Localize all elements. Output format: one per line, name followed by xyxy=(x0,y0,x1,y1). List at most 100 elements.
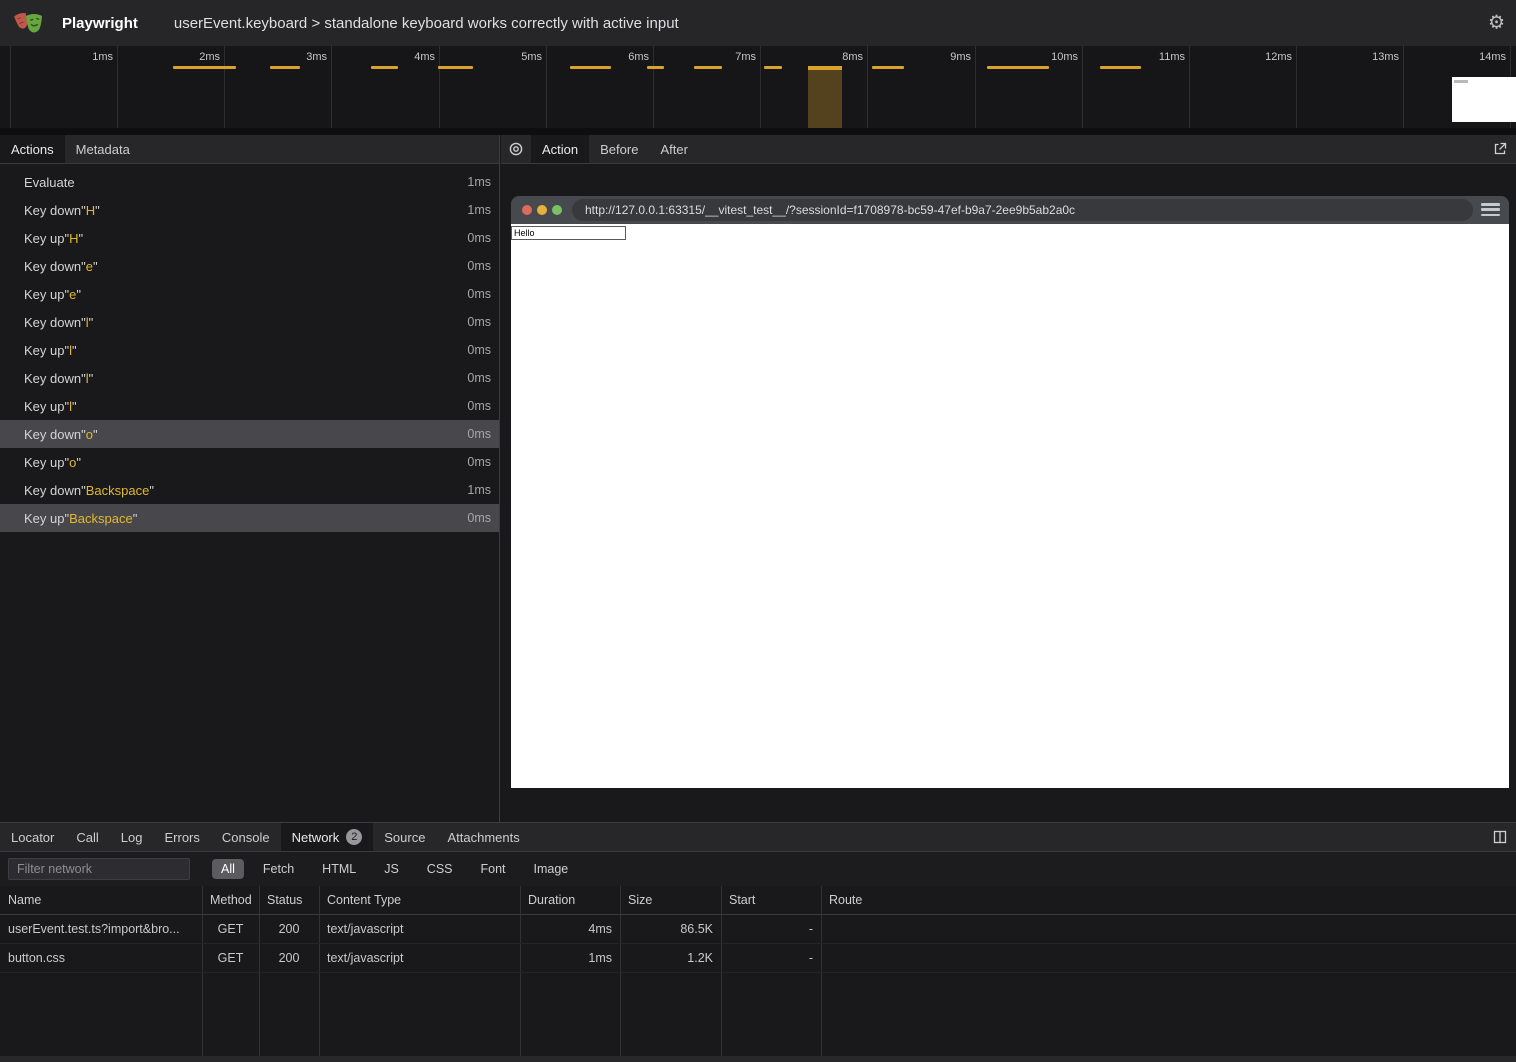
bottom-tab[interactable]: Attachments xyxy=(436,823,530,851)
action-key-value: o xyxy=(86,427,93,442)
timeline-action-mark[interactable] xyxy=(570,66,611,69)
bottom-tab[interactable]: Console xyxy=(211,823,281,851)
bottom-tab[interactable]: Network 2 xyxy=(281,823,374,851)
settings-gear-icon[interactable]: ⚙ xyxy=(1488,14,1505,33)
action-row[interactable]: Key down "e" 0ms xyxy=(0,252,499,280)
action-row[interactable]: Key up "l" 0ms xyxy=(0,392,499,420)
pick-locator-target-icon[interactable] xyxy=(501,135,531,163)
timeline-action-mark[interactable] xyxy=(438,66,473,69)
timeline-tick-label: 12ms xyxy=(1248,51,1292,63)
quote: " xyxy=(95,203,100,218)
timeline-action-mark[interactable] xyxy=(694,66,722,69)
bottom-tab[interactable]: Log xyxy=(110,823,154,851)
timeline-sash[interactable] xyxy=(0,128,1516,135)
quote: " xyxy=(72,343,77,358)
column-header: Route xyxy=(821,893,1516,907)
action-title: Key up xyxy=(24,399,64,414)
action-row[interactable]: Key up "o" 0ms xyxy=(0,448,499,476)
resource-filter-chip[interactable]: Fetch xyxy=(254,859,303,879)
resource-filter-chip[interactable]: HTML xyxy=(313,859,365,879)
action-row[interactable]: Key up "e" 0ms xyxy=(0,280,499,308)
timeline-action-mark[interactable] xyxy=(647,66,664,69)
action-row[interactable]: Key down "l" 0ms xyxy=(0,308,499,336)
bottom-tab[interactable]: Locator xyxy=(0,823,65,851)
tab-metadata[interactable]: Metadata xyxy=(65,135,141,163)
tab-before[interactable]: Before xyxy=(589,135,649,163)
snapshot-tabbar: Action Before After xyxy=(501,135,1516,164)
action-row[interactable]: Key down "Backspace" 1ms xyxy=(0,476,499,504)
request-size: 1.2K xyxy=(620,951,721,965)
timeline-action-mark[interactable] xyxy=(1100,66,1141,69)
split-view-icon[interactable] xyxy=(1492,829,1508,845)
column-header: Name xyxy=(0,893,202,907)
action-title: Key up xyxy=(24,231,64,246)
timeline-action-mark[interactable] xyxy=(270,66,300,69)
tab-after[interactable]: After xyxy=(649,135,698,163)
action-key-value: H xyxy=(86,203,95,218)
timeline-tick-label: 8ms xyxy=(819,51,863,63)
timeline-tick-label: 11ms xyxy=(1141,51,1185,63)
network-row[interactable]: userEvent.test.ts?import&bro... GET 200 … xyxy=(0,915,1516,944)
action-title: Key up xyxy=(24,511,64,526)
actions-panel: Actions Metadata Evaluate 1ms Key down "… xyxy=(0,135,500,822)
horizontal-scrollbar-track[interactable] xyxy=(0,1056,1516,1062)
resource-filter-chip[interactable]: Font xyxy=(472,859,515,879)
action-row[interactable]: Key up "Backspace" 0ms xyxy=(0,504,499,532)
tab-action[interactable]: Action xyxy=(531,135,589,163)
action-row[interactable]: Key down "o" 0ms xyxy=(0,420,499,448)
request-name: userEvent.test.ts?import&bro... xyxy=(0,922,202,936)
quote: " xyxy=(76,287,81,302)
resource-filter-chip[interactable]: Image xyxy=(525,859,578,879)
timeline-action-mark[interactable] xyxy=(764,66,782,69)
action-title: Key down xyxy=(24,371,81,386)
timeline-gridline xyxy=(10,46,11,128)
quote: " xyxy=(89,315,94,330)
bottom-tab[interactable]: Errors xyxy=(153,823,210,851)
action-row[interactable]: Key down "H" 1ms xyxy=(0,196,499,224)
tab-action-label: Action xyxy=(542,142,578,157)
request-duration: 4ms xyxy=(520,922,620,936)
bottom-tab[interactable]: Call xyxy=(65,823,109,851)
tab-actions[interactable]: Actions xyxy=(0,135,65,163)
timeline-action-mark[interactable] xyxy=(872,66,904,69)
resource-filter-chip[interactable]: JS xyxy=(375,859,408,879)
action-row[interactable]: Key up "l" 0ms xyxy=(0,336,499,364)
browser-menu-icon xyxy=(1481,203,1500,219)
filter-network-input[interactable] xyxy=(8,858,190,880)
action-row[interactable]: Evaluate 1ms xyxy=(0,168,499,196)
quote: " xyxy=(93,427,98,442)
resource-filter-chip[interactable]: All xyxy=(212,859,244,879)
action-row[interactable]: Key up "H" 0ms xyxy=(0,224,499,252)
action-key-value: o xyxy=(69,455,76,470)
browser-toolbar: http://127.0.0.1:63315/__vitest_test__/?… xyxy=(511,196,1509,224)
timeline-action-mark[interactable] xyxy=(987,66,1049,69)
app-header: Playwright userEvent.keyboard > standalo… xyxy=(0,0,1516,46)
window-dot-yellow-icon xyxy=(537,205,547,215)
resource-filter-chip[interactable]: CSS xyxy=(418,859,462,879)
timeline-action-mark[interactable] xyxy=(371,66,398,69)
playwright-logo-icon xyxy=(13,8,47,38)
action-key-value: e xyxy=(69,287,76,302)
timeline[interactable]: 1ms2ms3ms4ms5ms6ms7ms8ms9ms10ms11ms12ms1… xyxy=(0,46,1516,128)
action-row[interactable]: Key down "l" 0ms xyxy=(0,364,499,392)
action-key-value: e xyxy=(86,259,93,274)
bottom-tab[interactable]: Source xyxy=(373,823,436,851)
action-duration: 0ms xyxy=(467,371,491,385)
address-bar: http://127.0.0.1:63315/__vitest_test__/?… xyxy=(572,199,1473,221)
action-duration: 0ms xyxy=(467,231,491,245)
action-title: Key down xyxy=(24,483,81,498)
bottom-tab-label: Network xyxy=(292,830,340,845)
open-external-link-icon[interactable] xyxy=(1492,141,1508,157)
timeline-filmstrip-thumbnail[interactable] xyxy=(1452,77,1516,122)
network-row[interactable]: button.css GET 200 text/javascript 1ms 1… xyxy=(0,944,1516,973)
snapshot-text-input[interactable] xyxy=(511,226,626,240)
timeline-tick-label: 9ms xyxy=(927,51,971,63)
timeline-gridline xyxy=(867,46,868,128)
timeline-action-mark[interactable] xyxy=(173,66,236,69)
timeline-selected-range[interactable] xyxy=(808,66,842,128)
timeline-tick-label: 4ms xyxy=(391,51,435,63)
resource-type-filters: All Fetch HTML JS CSS Font Image xyxy=(212,859,587,879)
action-duration: 0ms xyxy=(467,511,491,525)
timeline-gridline xyxy=(975,46,976,128)
window-dot-red-icon xyxy=(522,205,532,215)
